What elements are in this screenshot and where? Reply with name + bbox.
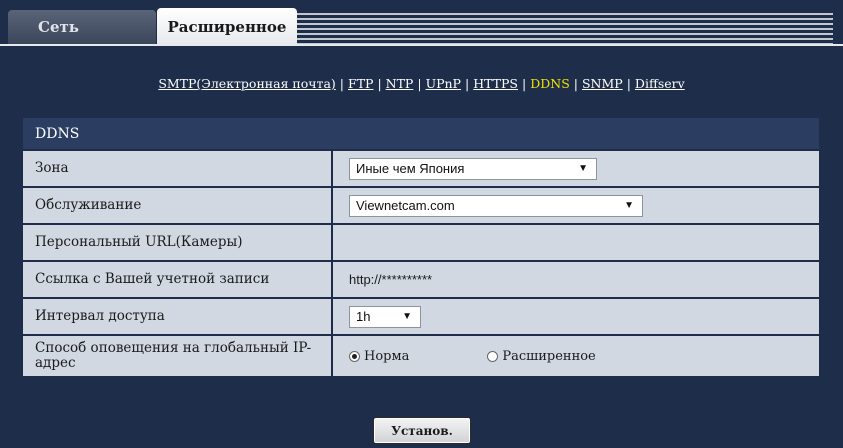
personal-url-value	[333, 225, 819, 260]
link-separator: |	[339, 76, 345, 91]
set-button[interactable]: Установ.	[373, 417, 471, 444]
link-separator: |	[417, 76, 422, 91]
service-select[interactable]: Viewnetcam.com ▼	[349, 194, 643, 217]
service-select-value: Viewnetcam.com	[356, 198, 455, 213]
radio-extended[interactable]: Расширенное	[487, 348, 596, 364]
link-diffserv[interactable]: Diffserv	[635, 76, 685, 91]
link-smtp[interactable]: SMTP(Электронная почта)	[158, 76, 335, 91]
chevron-down-icon: ▼	[402, 311, 412, 322]
row-service: Обслуживание Viewnetcam.com ▼	[23, 188, 819, 225]
zone-label: Зона	[23, 151, 333, 186]
link-separator: |	[377, 76, 382, 91]
chevron-down-icon: ▼	[578, 163, 588, 174]
tab-underline	[0, 44, 843, 46]
link-snmp[interactable]: SNMP	[582, 76, 623, 91]
tab-bar-decoration	[297, 10, 833, 44]
radio-normal[interactable]: Норма	[349, 349, 409, 364]
link-upnp[interactable]: UPnP	[426, 76, 461, 91]
account-link-label: Ссылка с Вашей учетной записи	[23, 262, 333, 297]
service-label: Обслуживание	[23, 188, 333, 223]
radio-extended-label: Расширенное	[502, 348, 596, 364]
row-zone: Зона Иные чем Япония ▼	[23, 151, 819, 188]
tab-bar: Сеть Расширенное	[0, 0, 843, 46]
row-personal-url: Персональный URL(Камеры)	[23, 225, 819, 262]
radio-normal-label: Норма	[364, 348, 410, 364]
personal-url-label: Персональный URL(Камеры)	[23, 225, 333, 260]
link-https[interactable]: HTTPS	[473, 76, 518, 91]
radio-icon[interactable]	[487, 350, 499, 362]
tab-advanced[interactable]: Расширенное	[157, 8, 297, 46]
row-access-interval: Интервал доступа 1h ▼	[23, 299, 819, 336]
access-interval-value: 1h	[356, 309, 371, 324]
ddns-panel: DDNS Зона Иные чем Япония ▼ Обслуживание…	[23, 118, 819, 378]
link-separator: |	[573, 76, 578, 91]
zone-select[interactable]: Иные чем Япония ▼	[349, 157, 597, 180]
row-account-link: Ссылка с Вашей учетной записи http://***…	[23, 262, 819, 299]
access-interval-select[interactable]: 1h ▼	[349, 305, 421, 328]
link-separator: |	[522, 76, 527, 91]
notify-method-label: Способ оповещения на глобальный IP-адрес	[23, 336, 333, 376]
tab-network[interactable]: Сеть	[8, 10, 156, 44]
panel-title: DDNS	[23, 118, 819, 151]
notify-method-radio-group: Норма Расширенное	[349, 349, 596, 364]
zone-select-value: Иные чем Япония	[356, 161, 465, 176]
link-ddns[interactable]: DDNS	[530, 76, 570, 91]
access-interval-label: Интервал доступа	[23, 299, 333, 334]
chevron-down-icon: ▼	[624, 200, 634, 211]
link-separator: |	[464, 76, 470, 91]
radio-icon[interactable]	[349, 350, 360, 362]
link-ftp[interactable]: FTP	[348, 76, 373, 91]
sub-nav-links: SMTP(Электронная почта) | FTP | NTP | UPnP | HTT…	[0, 76, 843, 91]
link-ntp[interactable]: NTP	[386, 76, 414, 91]
link-separator: |	[626, 76, 631, 91]
account-link-value[interactable]: http://**********	[349, 272, 432, 287]
row-notify-method: Способ оповещения на глобальный IP-адрес…	[23, 336, 819, 378]
